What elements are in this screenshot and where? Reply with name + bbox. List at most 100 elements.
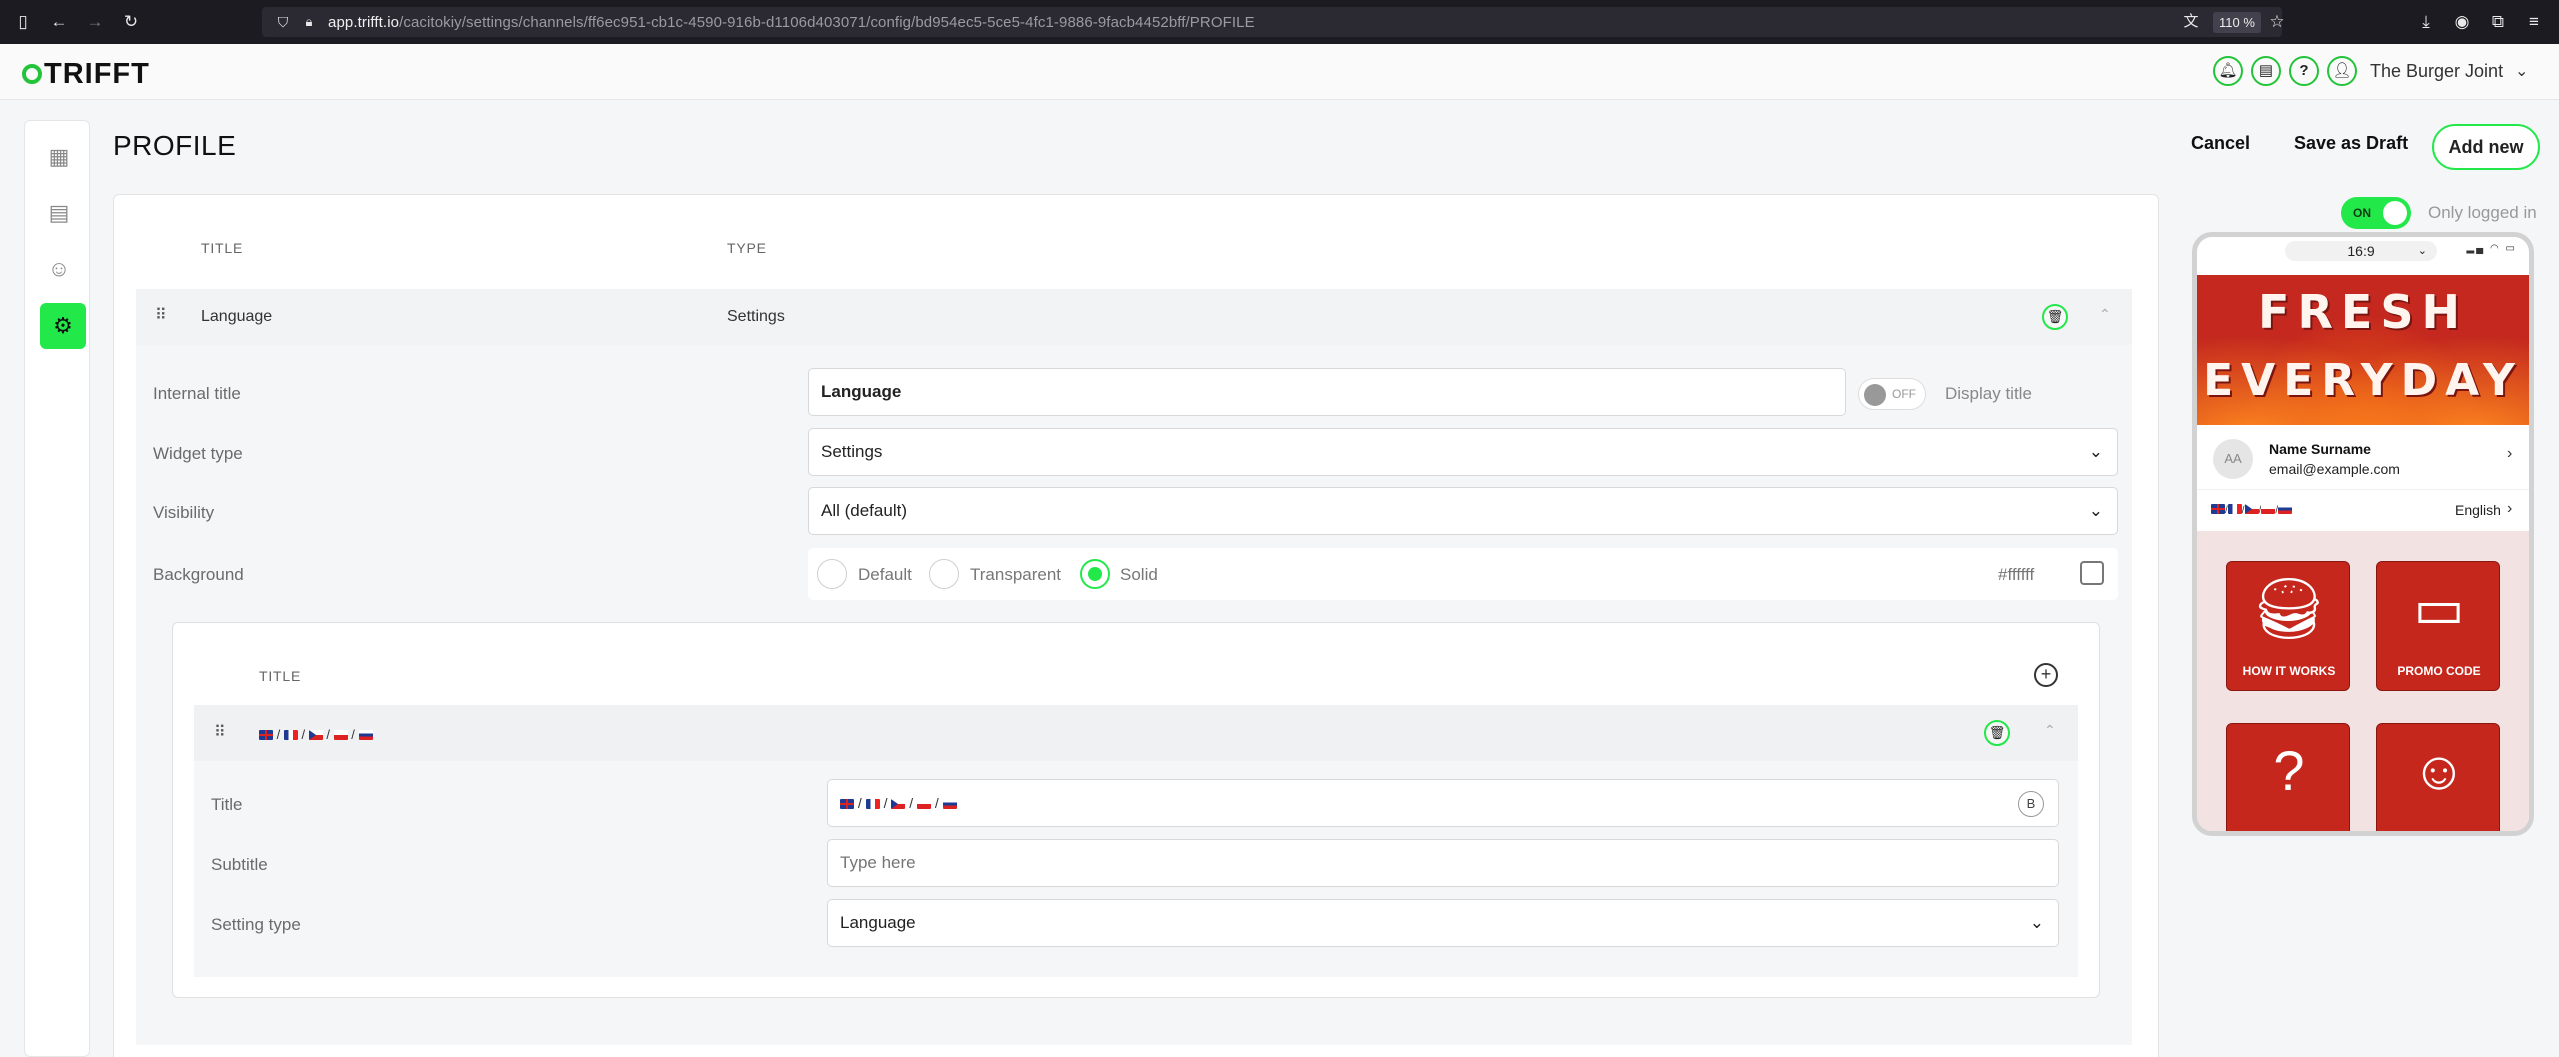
app-header: TRIFFT	[0, 44, 2559, 100]
visibility-select[interactable]: All (default) ⌄	[808, 487, 2118, 535]
burger-icon: 🍔︎	[2250, 575, 2328, 642]
zoom-level[interactable]: 110 %	[2213, 12, 2261, 33]
column-header-title: TITLE	[201, 240, 244, 256]
chat-icon[interactable]: ▤	[2251, 56, 2281, 86]
bold-button[interactable]: B	[2018, 791, 2044, 817]
visibility-label: Visibility	[153, 503, 215, 522]
flag-sk-icon	[358, 730, 373, 740]
widget-type-label: Widget type	[153, 444, 243, 463]
tile-promo-code[interactable]: ▭ PROMO CODE	[2376, 561, 2500, 691]
toggle-knob	[2383, 201, 2407, 225]
setting-type-select[interactable]: Language ⌄	[827, 899, 2059, 947]
toggle-state: ON	[2353, 206, 2371, 220]
drag-handle-icon[interactable]: ⠿	[214, 722, 226, 742]
url-text[interactable]: app.trifft.io/cacitokiy/settings/channel…	[328, 14, 1255, 31]
trash-icon[interactable]: 🗑︎	[1984, 720, 2010, 746]
widget-type-select[interactable]: Settings ⌄	[808, 428, 2118, 476]
setting-item-row[interactable]	[194, 705, 2078, 761]
title-input[interactable]: / / / / B	[827, 779, 2059, 827]
plus-icon[interactable]: +	[2034, 663, 2058, 687]
subtable-column-title: TITLE	[259, 668, 302, 684]
flag-pl-icon	[333, 730, 348, 740]
logo[interactable]: TRIFFT	[22, 58, 150, 91]
title-label: Title	[211, 795, 243, 814]
star-icon[interactable]: ☆	[2266, 11, 2288, 33]
shield-icon[interactable]: ⛉	[272, 11, 294, 33]
title-flags: / / / /	[840, 795, 957, 811]
url-bar[interactable]: ⛉ 🔒︎ app.trifft.io/cacitokiy/settings/ch…	[262, 7, 2282, 37]
cancel-button[interactable]: Cancel	[2191, 133, 2250, 154]
translate-icon[interactable]: 文	[2180, 11, 2202, 33]
dashboard-icon[interactable]: ▦	[41, 139, 77, 175]
chevron-right-icon: ›	[2507, 445, 2513, 462]
row-title: Language	[201, 308, 273, 325]
trash-icon[interactable]: 🗑︎	[2042, 304, 2068, 330]
internal-title-input[interactable]: Language	[808, 368, 1846, 416]
smiley-icon[interactable]: ☺	[41, 251, 77, 287]
profile-icon[interactable]: ◉	[2451, 11, 2473, 33]
tile-help[interactable]: ?	[2226, 723, 2350, 831]
add-new-button[interactable]: Add new	[2432, 124, 2540, 170]
reload-icon[interactable]: ↻	[120, 11, 142, 33]
widget-type-value: Settings	[821, 442, 883, 461]
background-color-swatch[interactable]	[2080, 561, 2104, 585]
logo-ring-icon	[22, 64, 42, 84]
help-icon[interactable]: ?	[2289, 56, 2319, 86]
wallet-icon: ▭	[2413, 579, 2465, 639]
save-draft-button[interactable]: Save as Draft	[2294, 133, 2408, 154]
flag-gb-icon	[259, 730, 273, 740]
background-default-label[interactable]: Default	[858, 565, 912, 585]
download-icon[interactable]: ⤓	[2415, 11, 2437, 33]
restaurant-selector[interactable]: The Burger Joint	[2370, 61, 2503, 82]
sidebar-toggle-icon[interactable]: ▯	[12, 11, 34, 33]
menu-icon[interactable]: ≡	[2523, 11, 2545, 33]
background-solid-label[interactable]: Solid	[1120, 565, 1158, 585]
chevron-down-icon: ⌄	[2029, 913, 2044, 932]
status-bar-icons: ▂▄ ◠ ▭	[2466, 243, 2517, 254]
profile-row[interactable]: AA Name Surname email@example.com ›	[2197, 425, 2529, 489]
background-default-radio[interactable]	[817, 559, 847, 589]
document-icon[interactable]: ▤	[41, 195, 77, 231]
background-solid-radio[interactable]	[1080, 559, 1110, 589]
flag-fr-icon	[865, 799, 880, 809]
gear-icon[interactable]: ⚙	[40, 303, 86, 349]
chevron-down-icon[interactable]: ⌄	[2515, 61, 2528, 81]
promo-banner: FRESH EVERYDAY	[2197, 275, 2529, 425]
page-title: PROFILE	[113, 130, 237, 161]
flag-fr-icon	[2227, 504, 2242, 514]
preview-flags: / / / /	[2211, 504, 2293, 516]
agent-icon: ☺	[2411, 741, 2467, 801]
table-row[interactable]	[136, 289, 2132, 345]
tile-support[interactable]: ☺	[2376, 723, 2500, 831]
subtitle-input[interactable]	[827, 839, 2059, 887]
only-logged-in-toggle[interactable]: ON	[2341, 197, 2411, 229]
background-transparent-label[interactable]: Transparent	[970, 565, 1061, 585]
chevron-up-icon[interactable]: ⌃	[2044, 722, 2056, 739]
profile-email: email@example.com	[2269, 461, 2400, 477]
drag-handle-icon[interactable]: ⠿	[155, 305, 167, 325]
row-type: Settings	[727, 308, 785, 325]
aspect-ratio-select[interactable]: 16:9 ⌄	[2285, 241, 2437, 261]
lock-icon[interactable]: 🔒︎	[298, 11, 320, 33]
background-color-value[interactable]: #ffffff	[1998, 565, 2034, 585]
background-transparent-radio[interactable]	[929, 559, 959, 589]
internal-title-label: Internal title	[153, 384, 241, 403]
chevron-up-icon[interactable]: ⌃	[2099, 306, 2111, 323]
language-row[interactable]: / / / / English ›	[2197, 489, 2529, 531]
user-icon[interactable]: 👤︎	[2327, 56, 2357, 86]
extensions-icon[interactable]: ⧉	[2487, 11, 2509, 33]
chevron-down-icon: ⌄	[2088, 442, 2103, 461]
column-header-type: TYPE	[727, 240, 767, 256]
flag-cz-icon	[2244, 504, 2259, 514]
back-icon[interactable]: ←	[48, 11, 70, 33]
display-title-toggle[interactable]: OFF	[1858, 378, 1926, 410]
flag-sk-icon	[942, 799, 957, 809]
only-logged-in-label: Only logged in	[2428, 203, 2537, 222]
flag-cz-icon	[891, 799, 906, 809]
flag-fr-icon	[283, 730, 298, 740]
tile-how-it-works[interactable]: 🍔︎ HOW IT WORKS	[2226, 561, 2350, 691]
chevron-right-icon: ›	[2507, 500, 2513, 517]
tile-label: HOW IT WORKS	[2242, 664, 2336, 678]
forward-icon[interactable]: →	[84, 11, 106, 33]
bell-icon[interactable]: 🔔︎	[2213, 56, 2243, 86]
